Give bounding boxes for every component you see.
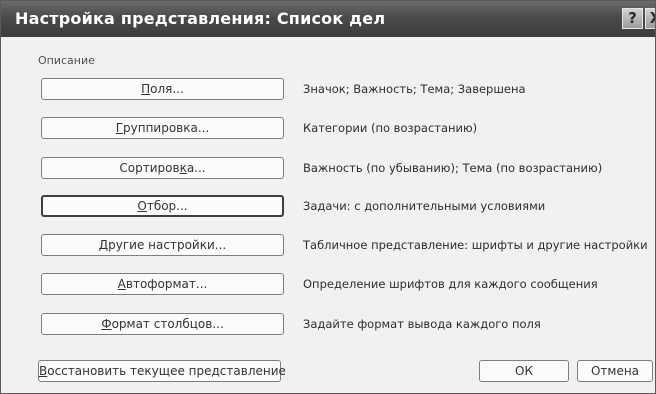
sorting-button-accel: к — [179, 161, 187, 175]
column-format-button[interactable]: Формат столбцов... — [41, 313, 284, 335]
help-button[interactable]: ? — [622, 8, 643, 29]
filter-info: Задачи: с дополнительными условиями — [303, 199, 546, 213]
description-label: Описание — [38, 54, 95, 67]
filter-button[interactable]: Отбор... — [41, 195, 284, 217]
fields-button-label-post: оля... — [150, 82, 184, 96]
other-settings-button[interactable]: Другие настройки... — [41, 234, 284, 256]
reset-view-button[interactable]: Восстановить текущее представление — [38, 360, 286, 382]
autoformat-button-accel: А — [117, 277, 126, 291]
sorting-button-label-pre: Сортиров — [119, 161, 180, 175]
filter-button-label-post: тбор... — [146, 199, 188, 213]
other-settings-info: Табличное представление: шрифты и другие… — [303, 238, 648, 252]
fields-info: Значок; Важность; Тема; Завершена — [303, 82, 526, 96]
reset-view-label-post: осстановить текущее представление — [47, 364, 286, 378]
column-format-button-accel: Ф — [101, 317, 112, 331]
column-format-button-label-post: ормат столбцов... — [111, 317, 224, 331]
fields-button[interactable]: Поля... — [41, 78, 284, 100]
view-settings-dialog: Настройка представления: Список дел ? X … — [0, 0, 656, 394]
close-button[interactable]: X — [645, 8, 655, 29]
cancel-button[interactable]: Отмена — [577, 360, 653, 382]
autoformat-button[interactable]: Автоформат... — [41, 273, 284, 295]
help-icon: ? — [628, 9, 637, 27]
autoformat-button-label-post: втоформат... — [125, 277, 208, 291]
close-icon: X — [650, 9, 655, 27]
sorting-button-label-post: а... — [186, 161, 206, 175]
sorting-button[interactable]: Сортировка... — [41, 157, 284, 179]
title-bar: Настройка представления: Список дел ? X — [1, 1, 655, 37]
other-settings-button-label-post: ругие настройки... — [108, 238, 227, 252]
sorting-info: Важность (по убыванию); Тема (по возраст… — [303, 161, 603, 175]
filter-button-accel: О — [137, 199, 147, 213]
grouping-button-label-post: руппировка... — [123, 121, 210, 135]
autoformat-info: Определение шрифтов для каждого сообщени… — [303, 277, 598, 291]
other-settings-button-accel: Д — [98, 238, 109, 252]
fields-button-accel: П — [141, 82, 151, 96]
column-format-info: Задайте формат вывода каждого поля — [303, 317, 541, 331]
grouping-button[interactable]: Группировка... — [41, 117, 284, 139]
dialog-title: Настройка представления: Список дел — [15, 9, 386, 28]
grouping-button-accel: Г — [115, 121, 124, 135]
reset-view-accel: В — [39, 364, 48, 378]
grouping-info: Категории (по возрастанию) — [303, 121, 478, 135]
ok-button[interactable]: ОК — [479, 360, 569, 382]
